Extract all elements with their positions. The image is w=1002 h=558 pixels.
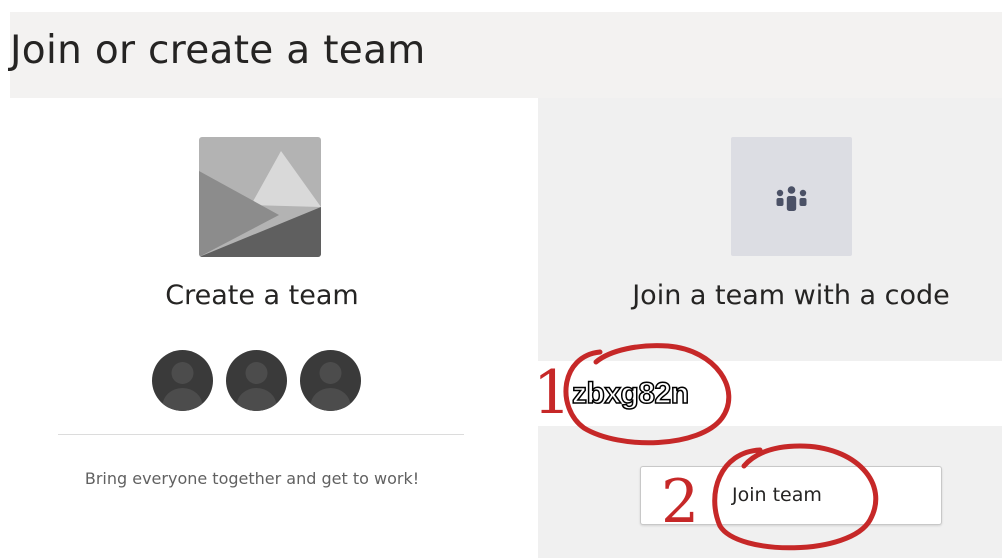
create-team-description: Bring everyone together and get to work! [84, 469, 420, 488]
avatar [152, 350, 213, 411]
divider [58, 434, 464, 435]
team-code-input[interactable] [538, 361, 1002, 426]
avatar [300, 350, 361, 411]
person-silhouette-icon [162, 362, 203, 411]
avatar-group [152, 350, 362, 412]
person-silhouette-icon [236, 362, 277, 411]
annotation-step-2: 2 [661, 467, 700, 537]
join-team-button-label: Join team [732, 484, 822, 506]
join-team-icon-tile [731, 137, 852, 256]
join-team-title: Join a team with a code [632, 280, 950, 311]
landscape-image-icon [199, 137, 321, 257]
people-group-icon [776, 186, 807, 211]
page-header: Join or create a team [10, 12, 1002, 98]
page-title: Join or create a team [10, 28, 426, 73]
avatar [226, 350, 287, 411]
create-team-title: Create a team [165, 280, 359, 311]
person-silhouette-icon [310, 362, 351, 411]
annotation-step-1: 1 [533, 358, 572, 428]
